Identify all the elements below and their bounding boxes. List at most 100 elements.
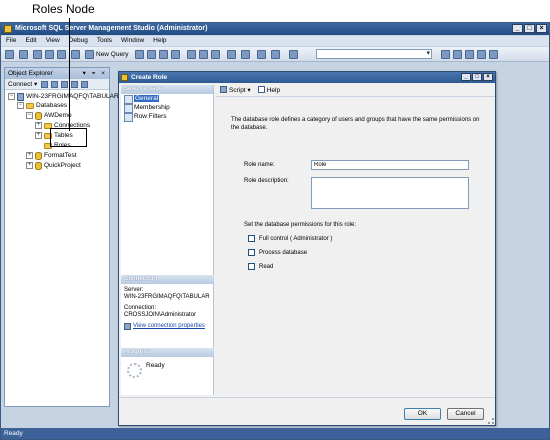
page-label: Row Filters (134, 113, 167, 120)
query-dmx-icon[interactable] (147, 50, 156, 59)
new-query-button[interactable]: New Query (85, 50, 129, 59)
menu-debug[interactable]: Debug (69, 36, 88, 46)
solution-config-combo[interactable] (316, 49, 432, 59)
new-project-icon[interactable] (5, 50, 14, 59)
filter-icon[interactable] (71, 81, 78, 88)
menu-edit[interactable]: Edit (25, 36, 36, 46)
status-bar: Ready (1, 428, 549, 439)
redo-icon[interactable] (241, 50, 250, 59)
activity-monitor-icon[interactable] (71, 50, 80, 59)
object-explorer-icon[interactable] (441, 50, 450, 59)
window-controls: _ □ × (512, 24, 547, 33)
add-item-icon[interactable] (19, 50, 28, 59)
query-sql-icon[interactable] (171, 50, 180, 59)
page-row-filters[interactable]: Row Filters (121, 112, 213, 122)
stop-icon[interactable] (61, 81, 68, 88)
expand-icon[interactable]: + (35, 122, 42, 129)
save-all-icon[interactable] (57, 50, 66, 59)
template-explorer-icon[interactable] (477, 50, 486, 59)
connect-button[interactable]: Connect ▾ (8, 81, 37, 88)
properties-icon[interactable] (453, 50, 462, 59)
page-label: General (134, 95, 160, 102)
perm-read[interactable]: Read (248, 263, 273, 270)
role-name-label: Role name: (244, 162, 275, 168)
perm-full-control[interactable]: Full control ( Administrator ) (248, 235, 332, 242)
dialog-maximize-button[interactable]: □ (472, 73, 482, 81)
menu-file[interactable]: File (6, 36, 16, 46)
menu-tools[interactable]: Tools (97, 36, 112, 46)
menu-view[interactable]: View (46, 36, 60, 46)
tree-node-awdemo[interactable]: − AWDemo (26, 111, 72, 120)
progress-section: Progress Ready (121, 348, 214, 397)
resize-grip-icon[interactable] (488, 418, 494, 424)
script-button[interactable]: Script ▾ (220, 85, 251, 97)
dialog-minimize-button[interactable]: _ (461, 73, 471, 81)
dialog-close-button[interactable]: × (483, 73, 493, 81)
view-connection-properties-link[interactable]: View connection properties (124, 323, 211, 330)
tree-node-label: Databases (36, 102, 68, 109)
copy-icon[interactable] (199, 50, 208, 59)
navigate-forward-icon[interactable] (271, 50, 280, 59)
query-mdx-icon[interactable] (135, 50, 144, 59)
toolbar-options-icon[interactable] (489, 50, 498, 59)
perm-label: Process database (259, 249, 308, 256)
minimize-button[interactable]: _ (512, 24, 523, 33)
database-icon (35, 111, 42, 120)
find-icon[interactable] (289, 50, 298, 59)
ok-button[interactable]: OK (404, 408, 441, 420)
tree-node-databases[interactable]: − Databases (17, 101, 67, 110)
open-file-icon[interactable] (33, 50, 42, 59)
help-button[interactable]: Help (257, 85, 280, 97)
connection-header: Connection (121, 275, 214, 284)
script-icon (220, 86, 227, 94)
menu-help[interactable]: Help (153, 36, 166, 46)
toolbox-icon[interactable] (465, 50, 474, 59)
navigate-back-icon[interactable] (257, 50, 266, 59)
object-explorer-header-buttons[interactable]: ▾ ⌖ × (83, 68, 107, 79)
role-description-label: Role description: (244, 178, 289, 184)
read-checkbox[interactable] (248, 263, 255, 270)
tree-node-server[interactable]: − WIN-23FRGIMAQFQ\TABULAR (8, 92, 119, 101)
dialog-title: Create Role (131, 74, 168, 81)
tree-node-label: QuickProject (44, 162, 81, 169)
help-icon (257, 86, 265, 94)
query-xmla-icon[interactable] (159, 50, 168, 59)
progress-spinner-icon (127, 363, 142, 378)
cut-icon[interactable] (187, 50, 196, 59)
page-general[interactable]: General (121, 94, 213, 104)
role-description-input[interactable] (311, 177, 469, 209)
collapse-icon[interactable]: − (8, 93, 15, 100)
object-explorer-title: Object Explorer (8, 70, 53, 77)
paste-icon[interactable] (211, 50, 220, 59)
collapse-icon[interactable]: − (17, 102, 24, 109)
collapse-icon[interactable]: − (26, 112, 33, 119)
perm-process-database[interactable]: Process database (248, 249, 307, 256)
general-page-content: Script ▾ Help The database role defines … (216, 85, 495, 395)
page-selector-pane: Select a page General Membership Row Fil… (121, 85, 214, 395)
close-button[interactable]: × (536, 24, 547, 33)
callout-highlight-box (50, 128, 87, 147)
select-page-header: Select a page (121, 85, 213, 94)
role-name-input[interactable] (311, 160, 469, 170)
expand-icon[interactable]: + (35, 132, 42, 139)
process-database-checkbox[interactable] (248, 249, 255, 256)
tree-node-quickproject[interactable]: + QuickProject (26, 161, 81, 170)
undo-icon[interactable] (227, 50, 236, 59)
ssms-window: Microsoft SQL Server Management Studio (… (0, 22, 550, 440)
disconnect-icon[interactable] (51, 81, 58, 88)
maximize-button[interactable]: □ (524, 24, 535, 33)
full-control-checkbox[interactable] (248, 235, 255, 242)
tree-node-formattest[interactable]: + FormatTest (26, 151, 77, 160)
dialog-title-bar: Create Role _ □ × (119, 72, 495, 83)
cancel-button[interactable]: Cancel (447, 408, 484, 420)
refresh-icon[interactable] (81, 81, 88, 88)
save-icon[interactable] (45, 50, 54, 59)
expand-icon[interactable]: + (26, 152, 33, 159)
page-membership[interactable]: Membership (121, 103, 213, 113)
expand-icon[interactable]: + (26, 162, 33, 169)
menu-window[interactable]: Window (121, 36, 144, 46)
dialog-window-controls: _ □ × (461, 73, 493, 81)
tree-node-label: FormatTest (44, 152, 77, 159)
connect-icon[interactable] (41, 81, 48, 88)
perm-label: Read (259, 263, 274, 270)
